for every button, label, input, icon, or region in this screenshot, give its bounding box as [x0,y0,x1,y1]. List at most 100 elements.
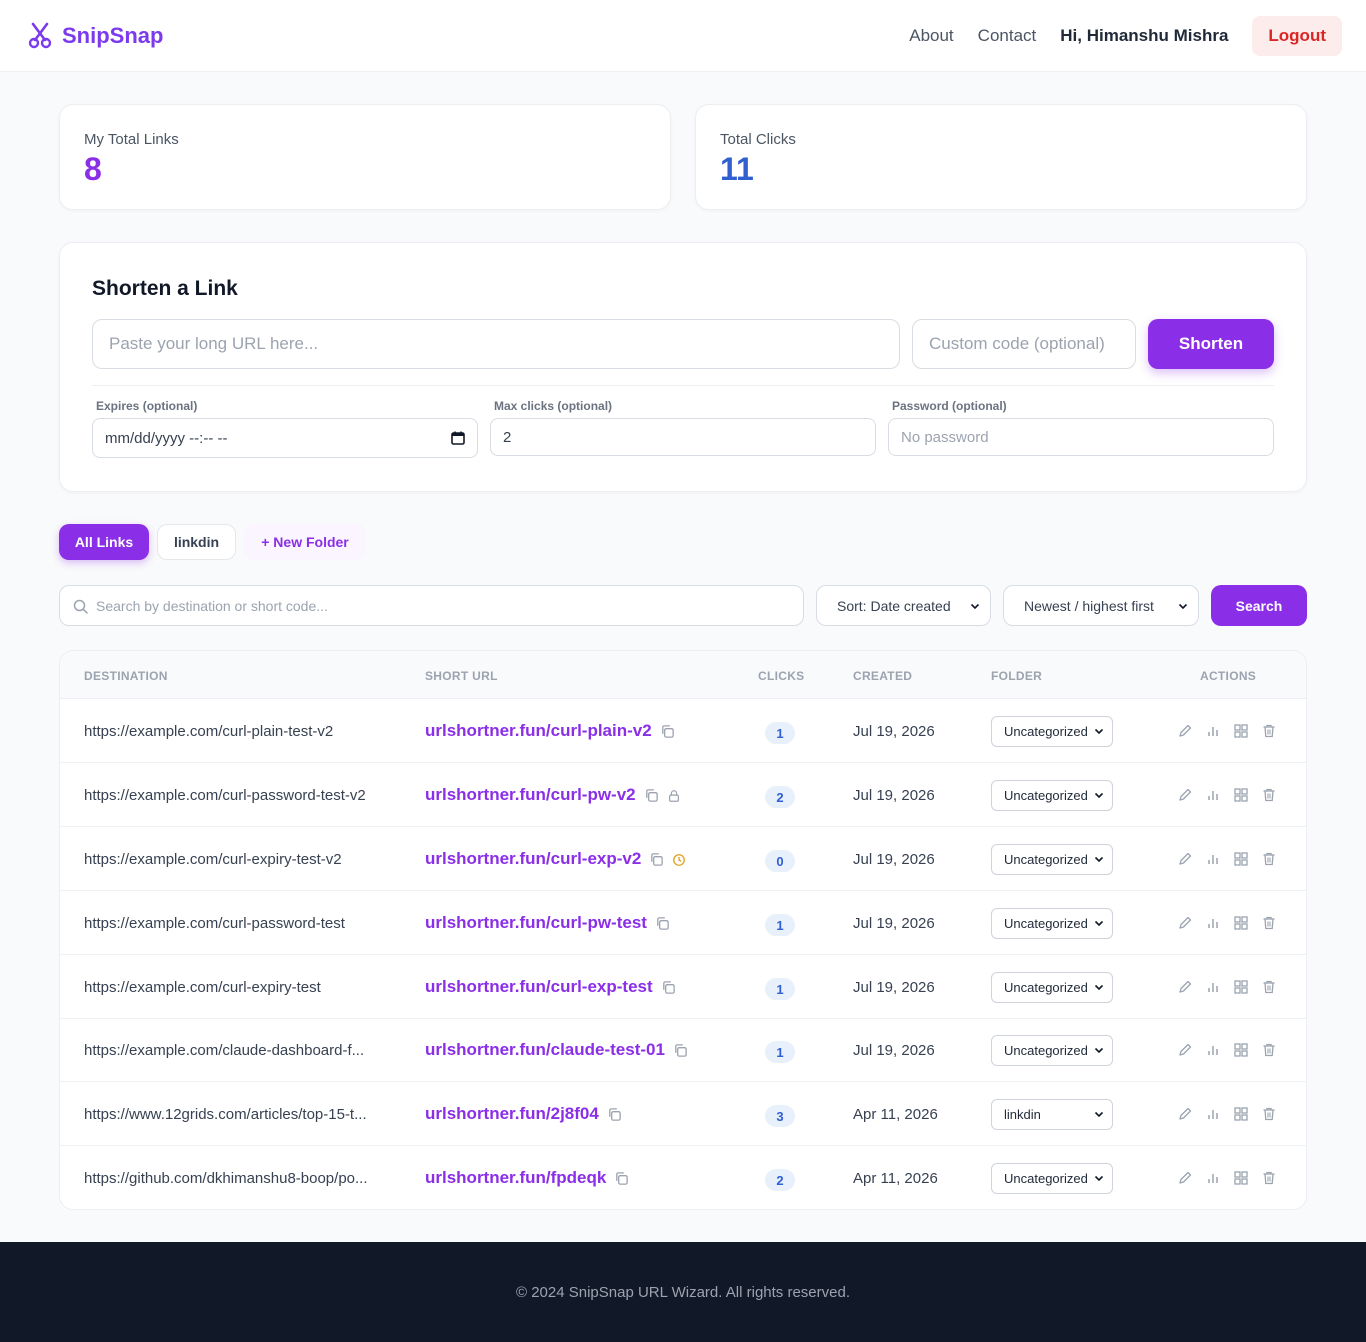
qr-code-icon[interactable] [1232,722,1250,740]
calendar-icon[interactable] [451,431,465,445]
copy-icon[interactable] [649,852,664,867]
row-actions [1176,1018,1278,1082]
nav-about-link[interactable]: About [909,26,953,46]
edit-icon[interactable] [1176,914,1194,932]
table-row: https://www.12grids.com/articles/top-15-… [60,1082,1306,1146]
delete-icon[interactable] [1260,1041,1278,1059]
max-clicks-input[interactable] [490,418,876,456]
folder-select[interactable]: Uncategorized [991,843,1113,875]
short-url-link[interactable]: urlshortner.fun/curl-pw-test [425,913,647,933]
copy-icon[interactable] [655,916,670,931]
header-created: CREATED [853,669,913,683]
delete-icon[interactable] [1260,722,1278,740]
nav-contact-link[interactable]: Contact [978,26,1037,46]
destination-url: https://www.12grids.com/articles/top-15-… [84,1105,367,1123]
delete-icon[interactable] [1260,978,1278,996]
order-select-value: Newest / highest first [1024,597,1154,614]
clicks-cell: 3 [765,1082,795,1146]
edit-icon[interactable] [1176,1105,1194,1123]
row-actions [1176,763,1278,827]
edit-icon[interactable] [1176,1169,1194,1187]
chevron-down-icon [1094,854,1104,864]
password-input[interactable] [888,418,1274,456]
delete-icon[interactable] [1260,786,1278,804]
order-select[interactable]: Newest / highest first [1003,585,1199,626]
edit-icon[interactable] [1176,722,1194,740]
row-actions [1176,827,1278,891]
logout-button[interactable]: Logout [1252,16,1342,56]
destination-url: https://example.com/curl-password-test [84,914,345,932]
folder-tab-linkdin[interactable]: linkdin [157,524,236,560]
folder-select[interactable]: Uncategorized [991,1034,1113,1066]
short-url-link[interactable]: urlshortner.fun/curl-exp-v2 [425,849,641,869]
search-button[interactable]: Search [1211,585,1307,626]
short-url-cell: urlshortner.fun/curl-exp-test [425,955,676,1019]
brand-logo[interactable]: SnipSnap [28,22,163,50]
clicks-badge: 0 [765,850,795,872]
created-date: Jul 19, 2026 [853,722,935,740]
search-input[interactable] [96,586,796,625]
short-url-link[interactable]: urlshortner.fun/curl-pw-v2 [425,785,636,805]
folder-select[interactable]: Uncategorized [991,971,1113,1003]
short-url-link[interactable]: urlshortner.fun/curl-plain-v2 [425,721,652,741]
copy-icon[interactable] [661,980,676,995]
copy-icon[interactable] [660,724,675,739]
brand-name: SnipSnap [62,23,164,48]
edit-icon[interactable] [1176,850,1194,868]
clicks-cell: 1 [765,891,795,955]
copy-icon[interactable] [644,788,659,803]
long-url-input[interactable] [92,319,900,369]
edit-icon[interactable] [1176,1041,1194,1059]
row-actions [1176,699,1278,763]
analytics-icon[interactable] [1204,1105,1222,1123]
qr-code-icon[interactable] [1232,786,1250,804]
folder-select[interactable]: Uncategorized [991,1162,1113,1194]
qr-code-icon[interactable] [1232,914,1250,932]
folder-select[interactable]: Uncategorized [991,907,1113,939]
sort-select[interactable]: Sort: Date created [816,585,991,626]
folder-select[interactable]: linkdin [991,1098,1113,1130]
delete-icon[interactable] [1260,850,1278,868]
delete-icon[interactable] [1260,1169,1278,1187]
copy-icon[interactable] [614,1171,629,1186]
analytics-icon[interactable] [1204,978,1222,996]
created-date: Apr 11, 2026 [853,1105,938,1123]
qr-code-icon[interactable] [1232,1169,1250,1187]
analytics-icon[interactable] [1204,914,1222,932]
short-url-link[interactable]: urlshortner.fun/2j8f04 [425,1104,599,1124]
custom-code-input[interactable] [912,319,1136,369]
nav-links: About Contact Hi, Himanshu Mishra Logout [909,16,1342,56]
edit-icon[interactable] [1176,978,1194,996]
analytics-icon[interactable] [1204,722,1222,740]
edit-icon[interactable] [1176,786,1194,804]
delete-icon[interactable] [1260,914,1278,932]
footer-copyright: © 2024 SnipSnap URL Wizard. All rights r… [516,1283,850,1301]
footer: © 2024 SnipSnap URL Wizard. All rights r… [0,1242,1366,1342]
search-box [59,585,804,626]
folder-cell: linkdin [991,1082,1113,1146]
shorten-button[interactable]: Shorten [1148,319,1274,369]
analytics-icon[interactable] [1204,1041,1222,1059]
delete-icon[interactable] [1260,1105,1278,1123]
analytics-icon[interactable] [1204,850,1222,868]
analytics-icon[interactable] [1204,1169,1222,1187]
divider [92,385,1274,386]
short-url-link[interactable]: urlshortner.fun/claude-test-01 [425,1040,665,1060]
short-url-link[interactable]: urlshortner.fun/fpdeqk [425,1168,606,1188]
qr-code-icon[interactable] [1232,978,1250,996]
folder-select[interactable]: Uncategorized [991,715,1113,747]
short-url-link[interactable]: urlshortner.fun/curl-exp-test [425,977,653,997]
folder-cell: Uncategorized [991,1018,1113,1082]
expires-datetime-input[interactable]: mm/dd/yyyy --:-- -- [92,418,478,458]
destination-url: https://example.com/curl-expiry-test-v2 [84,850,342,868]
folder-select[interactable]: Uncategorized [991,779,1113,811]
copy-icon[interactable] [607,1107,622,1122]
qr-code-icon[interactable] [1232,1041,1250,1059]
header-clicks: CLICKS [758,669,805,683]
qr-code-icon[interactable] [1232,1105,1250,1123]
copy-icon[interactable] [673,1043,688,1058]
analytics-icon[interactable] [1204,786,1222,804]
folder-tab-all-links[interactable]: All Links [59,524,149,560]
qr-code-icon[interactable] [1232,850,1250,868]
new-folder-button[interactable]: + New Folder [244,524,366,560]
